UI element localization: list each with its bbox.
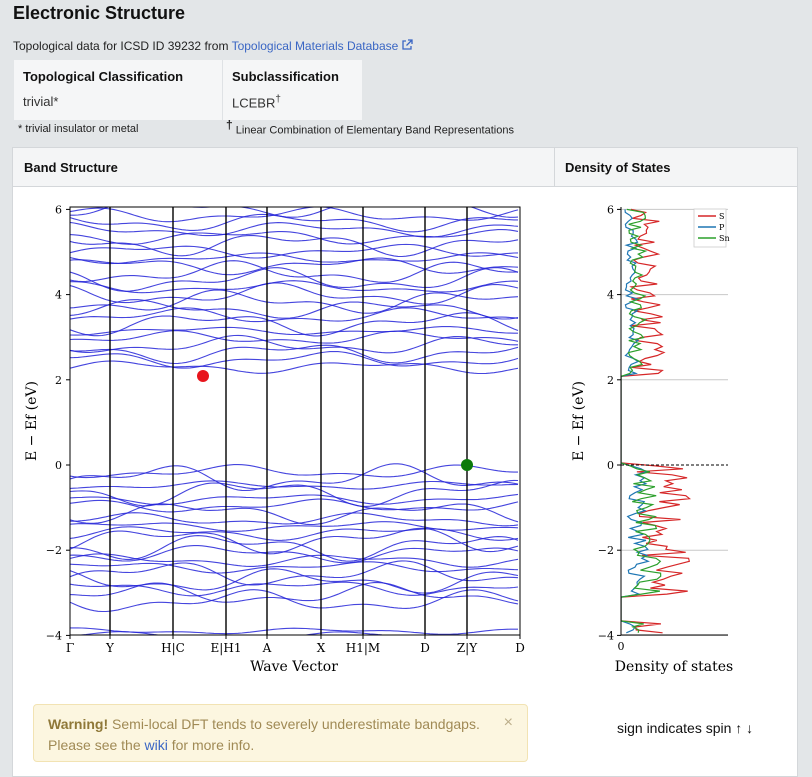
subclassification-value-wrap: LCEBR† xyxy=(232,94,353,110)
external-link-icon[interactable] xyxy=(401,39,413,51)
bandgap-warning-alert: Warning! Semi-local DFT tends to severel… xyxy=(33,704,528,762)
subclassification-value: LCEBR xyxy=(232,95,276,111)
warning-tail: for more info. xyxy=(167,737,255,753)
footnote-lcebr-text: Linear Combination of Elementary Band Re… xyxy=(232,124,514,137)
subclassification-heading: Subclassification xyxy=(232,69,339,84)
panel-header: Band Structure Density of States xyxy=(13,148,797,187)
band-structure-heading: Band Structure xyxy=(24,160,118,175)
topological-source-line: Topological data for ICSD ID 39232 from … xyxy=(13,39,413,53)
spin-note: sign indicates spin ↑ ↓ xyxy=(617,720,754,736)
classification-table: Topological Classification trivial* Subc… xyxy=(14,60,362,120)
close-icon[interactable]: × xyxy=(504,712,513,733)
warning-text: Semi-local DFT tends to severely underes… xyxy=(48,716,480,753)
topological-classification-value: trivial* xyxy=(23,94,59,109)
dagger-mark: † xyxy=(275,94,281,105)
topo-prefix: Topological data for ICSD ID 39232 from xyxy=(13,39,232,53)
classification-column: Topological Classification trivial* xyxy=(14,60,222,120)
footnote-trivial: * trivial insulator or metal xyxy=(18,123,139,135)
topological-db-link[interactable]: Topological Materials Database xyxy=(232,39,414,53)
subclassification-column: Subclassification LCEBR† xyxy=(223,60,362,120)
header-divider xyxy=(554,148,555,187)
footnote-lcebr: † Linear Combination of Elementary Band … xyxy=(226,118,514,137)
warning-label: Warning! xyxy=(48,716,109,732)
electronic-structure-panel: Band Structure Density of States xyxy=(12,147,798,777)
topological-classification-heading: Topological Classification xyxy=(23,69,184,84)
wiki-link[interactable]: wiki xyxy=(145,737,168,753)
page-title: Electronic Structure xyxy=(13,3,186,23)
dos-heading: Density of States xyxy=(565,160,671,175)
dagger-mark: † xyxy=(226,118,233,132)
topological-db-link-label[interactable]: Topological Materials Database xyxy=(232,39,399,53)
